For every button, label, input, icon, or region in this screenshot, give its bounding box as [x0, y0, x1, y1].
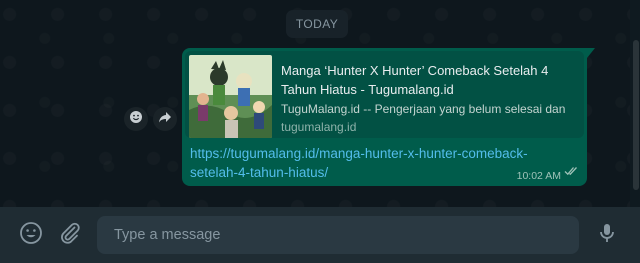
- message-time: 10:02 AM: [516, 170, 561, 182]
- bubble-tail: [587, 48, 595, 58]
- composer: [0, 207, 640, 263]
- forward-arrow-icon: [158, 110, 172, 129]
- message-bubble[interactable]: Manga ‘Hunter X Hunter’ Comeback Setelah…: [182, 48, 587, 186]
- emoji-icon: [19, 221, 43, 250]
- attach-button[interactable]: [56, 221, 84, 249]
- paperclip-icon: [58, 221, 82, 250]
- voice-message-button[interactable]: [593, 221, 621, 249]
- chat-area: TODAY Manga ‘Hunter X Hunter’ Comeback S…: [0, 0, 640, 207]
- preview-title: Manga ‘Hunter X Hunter’ Comeback Setelah…: [281, 63, 549, 97]
- smiley-icon: [129, 110, 143, 129]
- date-divider: TODAY: [286, 10, 348, 38]
- react-button[interactable]: [124, 107, 148, 131]
- message-link[interactable]: https://tugumalang.id/manga-hunter-x-hun…: [190, 144, 530, 182]
- preview-domain: tugumalang.id: [281, 120, 357, 134]
- emoji-button[interactable]: [17, 221, 45, 249]
- forward-button[interactable]: [153, 107, 177, 131]
- preview-thumbnail: [189, 55, 272, 138]
- scrollbar[interactable]: [630, 0, 640, 207]
- link-preview[interactable]: Manga ‘Hunter X Hunter’ Comeback Setelah…: [185, 51, 584, 138]
- scrollbar-thumb[interactable]: [633, 40, 639, 190]
- microphone-icon: [595, 221, 619, 250]
- read-receipt-icon: [564, 163, 579, 181]
- preview-description: TuguMalang.id -- Pengerjaan yang belum s…: [281, 102, 566, 116]
- message-input[interactable]: [97, 216, 579, 254]
